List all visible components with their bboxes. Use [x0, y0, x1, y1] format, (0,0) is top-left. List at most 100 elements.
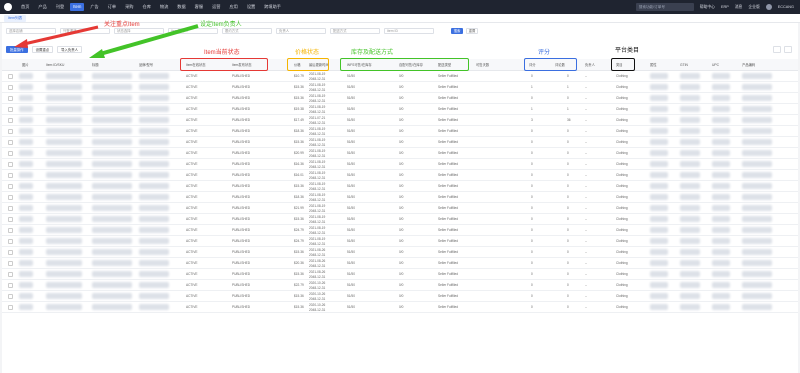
nav-item[interactable]: 物流 — [157, 3, 171, 11]
app-logo[interactable] — [4, 3, 12, 11]
row-checkbox[interactable] — [8, 173, 13, 178]
table-row[interactable]: ACTIVE PUBLISHED $22.79 2020-10-26 2048-12-3… — [2, 280, 798, 291]
row-checkbox[interactable] — [8, 261, 13, 266]
nav-item[interactable]: 采购 — [122, 3, 136, 11]
table-row[interactable]: ACTIVE PUBLISHED $19.38 2021-08-19 2048-12-3… — [2, 104, 798, 115]
user-name[interactable]: ECCANG — [778, 5, 794, 9]
global-search-input[interactable]: 搜索功能/订单号 — [635, 3, 694, 11]
row-checkbox[interactable] — [8, 250, 13, 255]
row-checkbox[interactable] — [8, 283, 13, 288]
filter-select[interactable]: Item负责人 — [168, 28, 218, 34]
reset-button[interactable]: 重置 — [466, 28, 478, 34]
row-checkbox[interactable] — [8, 96, 13, 101]
row-checkbox[interactable] — [8, 118, 13, 123]
row-checkbox[interactable] — [8, 140, 13, 145]
table-row[interactable]: ACTIVE PUBLISHED $15.36 2021-08-19 2048-12-3… — [2, 93, 798, 104]
column-header-title[interactable]: 标题 — [92, 59, 99, 71]
nav-item[interactable]: 首页 — [18, 3, 32, 11]
column-header-owner[interactable]: 负责人 — [585, 59, 595, 71]
row-checkbox[interactable] — [8, 151, 13, 156]
nav-item[interactable]: 设置 — [244, 3, 258, 11]
table-row[interactable]: ACTIVE PUBLISHED $16.01 2021-08-19 2048-12-3… — [2, 170, 798, 181]
redacted-cell — [92, 73, 132, 79]
filter-select[interactable]: 状态选择 — [114, 28, 164, 34]
filter-select[interactable]: 配送方式 — [330, 28, 380, 34]
nav-item[interactable]: 数据 — [174, 3, 188, 11]
nav-item[interactable]: 应用 — [226, 3, 240, 11]
column-settings-icon[interactable] — [784, 46, 792, 53]
filter-select[interactable]: 刊登渠道 — [60, 28, 110, 34]
column-header-brand[interactable]: 品牌/型号 — [139, 59, 153, 71]
nav-item[interactable]: 仓库 — [140, 3, 154, 11]
nav-item[interactable]: 广告 — [87, 3, 101, 11]
table-row[interactable]: ACTIVE PUBLISHED $17.49 2021-07-21 2048-12-3… — [2, 115, 798, 126]
tab-item-list[interactable]: Item列表 — [4, 14, 27, 22]
redacted-cell — [650, 293, 668, 299]
row-checkbox[interactable] — [8, 85, 13, 90]
table-row[interactable]: ACTIVE PUBLISHED $24.79 2021-08-19 2048-12-3… — [2, 225, 798, 236]
table-row[interactable]: ACTIVE PUBLISHED $15.36 2021-08-19 2048-12-3… — [2, 181, 798, 192]
table-row[interactable]: ACTIVE PUBLISHED $15.36 2021-08-19 2048-12-3… — [2, 214, 798, 225]
nav-item[interactable]: 产品 — [35, 3, 49, 11]
column-header-product-id[interactable]: 产品编码 — [742, 59, 755, 71]
row-checkbox[interactable] — [8, 239, 13, 244]
row-checkbox[interactable] — [8, 184, 13, 189]
filter-select[interactable]: 选择店铺 — [6, 28, 56, 34]
row-checkbox[interactable] — [8, 107, 13, 112]
nav-item[interactable]: 刊登 — [53, 3, 67, 11]
table-row[interactable]: ACTIVE PUBLISHED $15.36 2021-08-19 2048-12-3… — [2, 137, 798, 148]
row-checkbox[interactable] — [8, 272, 13, 277]
table-row[interactable]: ACTIVE PUBLISHED $24.79 2021-08-19 2048-12-3… — [2, 236, 798, 247]
help-link[interactable]: 帮助中心 — [700, 5, 715, 10]
redacted-cell — [680, 271, 700, 277]
table-row[interactable]: ACTIVE PUBLISHED $15.36 2020-10-26 2048-12-3… — [2, 291, 798, 302]
column-header-sell-days[interactable]: 可售天数 — [476, 59, 489, 71]
row-checkbox[interactable] — [8, 206, 13, 211]
table-row[interactable]: ACTIVE PUBLISHED $20.36 2021-08-26 2048-12-3… — [2, 258, 798, 269]
row-checkbox[interactable] — [8, 305, 13, 310]
nav-item[interactable]: 订单 — [105, 3, 119, 11]
table-row[interactable]: ACTIVE PUBLISHED $10.79 2021-08-19 2048-12-3… — [2, 71, 798, 82]
table-row[interactable]: ACTIVE PUBLISHED $15.36 2021-08-26 2048-12-3… — [2, 247, 798, 258]
row-checkbox[interactable] — [8, 294, 13, 299]
annotation-item-status: Item当前状态 — [204, 50, 240, 56]
column-header-image[interactable]: 图片 — [22, 59, 29, 71]
column-header-item-id[interactable]: Item ID/SKU — [46, 59, 64, 71]
set-focus-button[interactable]: 设置重点 — [31, 46, 54, 53]
table-row[interactable]: ACTIVE PUBLISHED $15.36 2021-08-19 2048-12-3… — [2, 82, 798, 93]
table-row[interactable]: ACTIVE PUBLISHED $18.36 2021-08-19 2048-12-3… — [2, 192, 798, 203]
search-button[interactable]: 搜索 — [451, 28, 463, 34]
nav-item[interactable]: 客服 — [192, 3, 206, 11]
cell-publish: PUBLISHED — [232, 129, 251, 133]
filter-select[interactable]: 负责人 — [276, 28, 326, 34]
row-checkbox[interactable] — [8, 228, 13, 233]
row-checkbox[interactable] — [8, 74, 13, 79]
column-header-attr[interactable]: 属性 — [650, 59, 657, 71]
refresh-icon[interactable] — [773, 46, 781, 53]
column-header-upc[interactable]: UPC — [712, 59, 719, 71]
table-row[interactable]: ACTIVE PUBLISHED $15.36 2020-10-26 2048-12-3… — [2, 302, 798, 313]
table-row[interactable]: ACTIVE PUBLISHED $16.36 2021-08-19 2048-12-3… — [2, 159, 798, 170]
erp-link[interactable]: ERP — [721, 5, 729, 9]
filter-select[interactable]: 履约方式 — [222, 28, 272, 34]
redacted-cell — [742, 183, 772, 189]
row-checkbox[interactable] — [8, 195, 13, 200]
column-header-gtin[interactable]: GTIN — [680, 59, 688, 71]
row-checkbox[interactable] — [8, 162, 13, 167]
enterprise-link[interactable]: 企业版 — [748, 5, 759, 10]
table-row[interactable]: ACTIVE PUBLISHED $21.99 2021-08-19 2048-12-3… — [2, 203, 798, 214]
nav-item[interactable]: 运营 — [209, 3, 223, 11]
avatar[interactable] — [765, 4, 772, 10]
nav-item[interactable]: Item — [70, 3, 85, 11]
filter-select[interactable]: Item ID — [384, 28, 434, 34]
row-checkbox[interactable] — [8, 129, 13, 134]
messages-link[interactable]: 消息 — [735, 5, 743, 10]
import-owner-button[interactable]: 导入负责人 — [57, 46, 83, 53]
table-row[interactable]: ACTIVE PUBLISHED $18.36 2021-08-19 2048-12-3… — [2, 126, 798, 137]
table-row[interactable]: ACTIVE PUBLISHED $15.36 2021-08-26 2048-12-3… — [2, 269, 798, 280]
table-row[interactable]: ACTIVE PUBLISHED $20.99 2021-08-19 2048-12-3… — [2, 148, 798, 159]
row-checkbox[interactable] — [8, 217, 13, 222]
batch-action-button[interactable]: 批量操作 — [6, 46, 28, 53]
nav-item[interactable]: 跨境助手 — [261, 3, 284, 11]
cell-publish: PUBLISHED — [232, 272, 251, 276]
